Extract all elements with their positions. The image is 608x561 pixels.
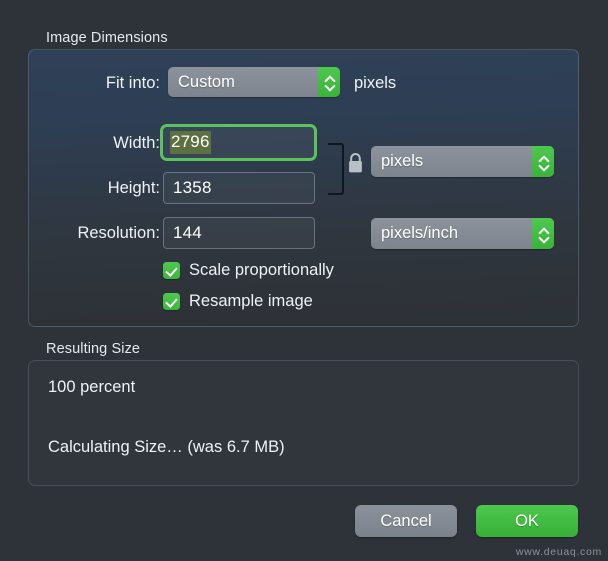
chevron-updown-icon[interactable]: [318, 67, 340, 97]
height-label: Height:: [107, 179, 160, 197]
resulting-size-percent: 100 percent: [48, 378, 136, 396]
resample-image-checkbox-row[interactable]: Resample image: [163, 292, 313, 311]
lock-closed-icon[interactable]: [347, 152, 364, 174]
fit-into-select-value: Custom: [178, 72, 235, 91]
image-dimensions-group-title: Image Dimensions: [46, 30, 168, 46]
scale-proportionally-label: Scale proportionally: [189, 261, 334, 279]
resolution-label: Resolution:: [77, 224, 160, 242]
height-input-value: 1358: [173, 178, 212, 197]
image-size-dialog: Image Dimensions Fit into: Custom pixels…: [0, 0, 608, 561]
width-unit-select[interactable]: pixels: [371, 146, 554, 177]
width-input-value: 2796: [170, 131, 211, 154]
chevron-down-icon: [325, 83, 334, 88]
scale-proportionally-checkbox[interactable]: [163, 262, 180, 279]
scale-proportionally-checkbox-row[interactable]: Scale proportionally: [163, 261, 334, 280]
resulting-size-bytes: Calculating Size… (was 6.7 MB): [48, 438, 285, 456]
width-unit-select-value: pixels: [381, 152, 424, 170]
chevron-down-icon: [539, 163, 548, 168]
cancel-button[interactable]: Cancel: [355, 505, 457, 537]
chevron-updown-icon[interactable]: [532, 146, 554, 177]
fit-into-select[interactable]: Custom: [168, 67, 340, 97]
resample-image-checkbox[interactable]: [163, 293, 180, 310]
resolution-unit-select-value: pixels/inch: [381, 224, 459, 242]
resample-image-label: Resample image: [189, 292, 313, 310]
resolution-input[interactable]: 144: [163, 217, 315, 249]
fit-into-unit-text: pixels: [354, 74, 397, 92]
chevron-updown-icon[interactable]: [532, 218, 554, 249]
fit-into-label: Fit into:: [105, 74, 160, 92]
height-input[interactable]: 1358: [163, 172, 315, 204]
watermark: www.deuaq.com: [515, 546, 602, 558]
dimension-link-bracket: [328, 143, 344, 195]
chevron-down-icon: [539, 235, 548, 240]
ok-button[interactable]: OK: [476, 505, 578, 537]
resolution-unit-select[interactable]: pixels/inch: [371, 218, 554, 249]
resulting-size-group-title: Resulting Size: [46, 341, 141, 357]
width-label: Width:: [113, 134, 160, 152]
resolution-input-value: 144: [173, 223, 202, 242]
width-input[interactable]: 2796: [160, 124, 317, 161]
